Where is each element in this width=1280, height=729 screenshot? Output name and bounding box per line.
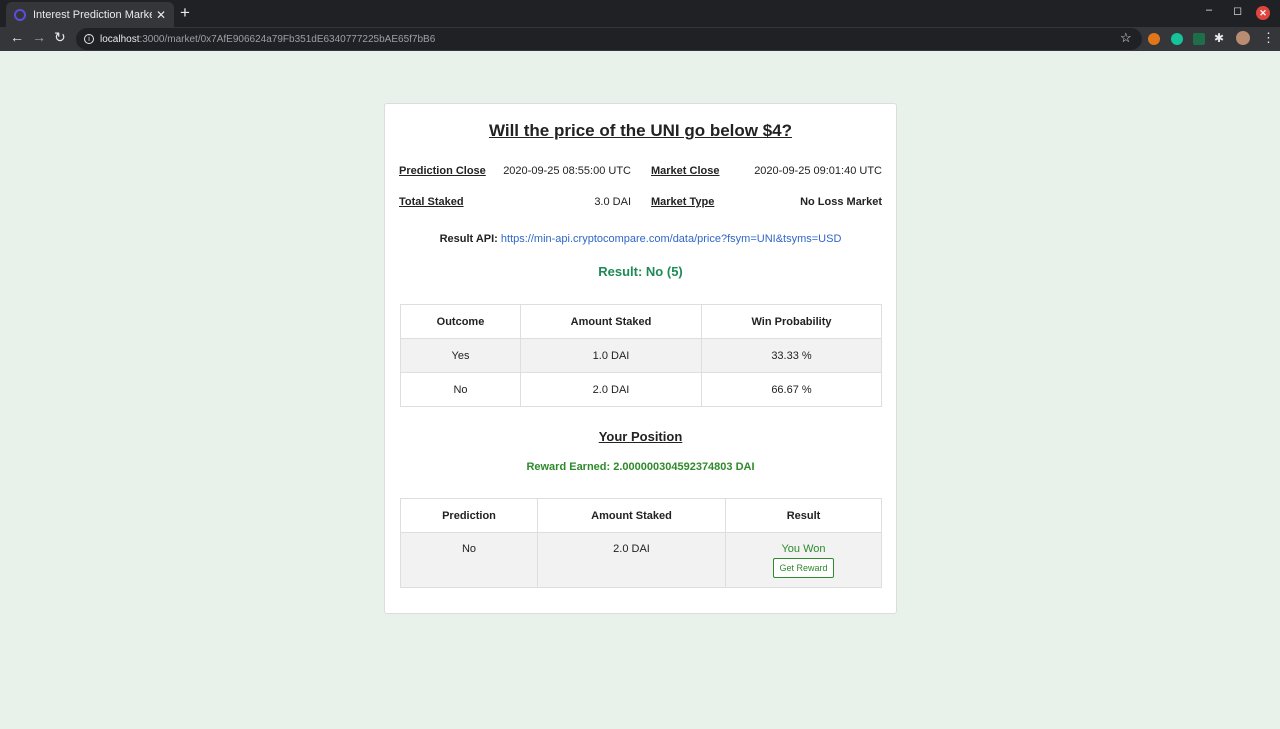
your-position-title: Your Position bbox=[598, 429, 683, 444]
menu-icon[interactable]: ⋮ bbox=[1262, 30, 1275, 46]
reload-icon[interactable]: ↻ bbox=[54, 29, 66, 46]
market-type-label: Market Type bbox=[651, 196, 715, 208]
probability-cell: 33.33 % bbox=[701, 338, 882, 373]
prediction-cell: No bbox=[400, 532, 538, 588]
get-reward-button[interactable]: Get Reward bbox=[773, 558, 834, 578]
grammarly-icon[interactable] bbox=[1171, 33, 1183, 45]
total-staked-value: 3.0 DAI bbox=[594, 196, 631, 208]
outcome-cell: Yes bbox=[400, 338, 521, 373]
position-amount-cell: 2.0 DAI bbox=[537, 532, 726, 588]
prediction-header: Prediction bbox=[400, 498, 538, 533]
browser-tab[interactable]: Interest Prediction Marke ✕ bbox=[6, 2, 174, 27]
url-host: localhost bbox=[100, 33, 140, 45]
table-row: Yes 1.0 DAI 33.33 % bbox=[400, 338, 882, 373]
result-api: Result API: https://min-api.cryptocompar… bbox=[385, 233, 896, 245]
extensions-puzzle-icon[interactable]: ✱ bbox=[1214, 31, 1224, 45]
tab-close-icon[interactable]: ✕ bbox=[156, 8, 166, 22]
position-table: Prediction Amount Staked Result No 2.0 D… bbox=[400, 498, 882, 588]
new-tab-icon[interactable]: + bbox=[180, 3, 190, 23]
result-header: Result bbox=[725, 498, 882, 533]
tab-title: Interest Prediction Marke bbox=[33, 8, 152, 21]
extension-icon[interactable] bbox=[1193, 33, 1205, 45]
restore-icon[interactable]: ◻ bbox=[1233, 4, 1242, 17]
market-card: Will the price of the UNI go below $4? P… bbox=[384, 103, 897, 614]
amount-staked-header: Amount Staked bbox=[520, 304, 702, 339]
back-icon[interactable]: ← bbox=[10, 29, 24, 45]
market-title: Will the price of the UNI go below $4? bbox=[488, 121, 793, 140]
table-row: No 2.0 DAI You Won Get Reward bbox=[400, 532, 882, 588]
window-close-icon[interactable]: ✕ bbox=[1256, 6, 1270, 20]
url-path: :3000/market/0x7AfE906624a79Fb351dE63407… bbox=[139, 33, 436, 45]
amount-cell: 1.0 DAI bbox=[520, 338, 702, 373]
profile-avatar[interactable] bbox=[1236, 31, 1250, 45]
you-won-text: You Won bbox=[781, 543, 826, 555]
bookmark-star-icon[interactable]: ☆ bbox=[1120, 30, 1132, 46]
outcome-header: Outcome bbox=[400, 304, 521, 339]
market-type-value: No Loss Market bbox=[800, 196, 882, 208]
browser-tab-bar: Interest Prediction Marke ✕ + – ◻ ✕ bbox=[0, 0, 1280, 27]
result-api-label: Result API: bbox=[439, 233, 498, 245]
favicon-icon bbox=[14, 8, 26, 21]
address-bar[interactable]: i localhost :3000/market/0x7AfE906624a79… bbox=[76, 28, 1142, 50]
browser-toolbar: ← → ↻ i localhost :3000/market/0x7AfE906… bbox=[0, 27, 1280, 51]
prediction-close-label: Prediction Close bbox=[399, 165, 486, 177]
total-staked-label: Total Staked bbox=[399, 196, 464, 208]
win-probability-header: Win Probability bbox=[701, 304, 882, 339]
reward-earned: Reward Earned: 2.000000304592374803 DAI bbox=[526, 461, 755, 473]
market-close-label: Market Close bbox=[651, 165, 720, 177]
outcome-cell: No bbox=[400, 372, 521, 407]
info-icon[interactable]: i bbox=[84, 34, 94, 44]
forward-icon[interactable]: → bbox=[32, 29, 46, 45]
market-result: Result: No (5) bbox=[598, 264, 683, 279]
result-cell: You Won Get Reward bbox=[725, 532, 882, 588]
market-close-value: 2020-09-25 09:01:40 UTC bbox=[754, 165, 882, 177]
outcomes-table: Outcome Amount Staked Win Probability Ye… bbox=[400, 304, 882, 407]
result-api-link[interactable]: https://min-api.cryptocompare.com/data/p… bbox=[501, 233, 842, 245]
table-row: No 2.0 DAI 66.67 % bbox=[400, 372, 882, 407]
probability-cell: 66.67 % bbox=[701, 372, 882, 407]
metamask-icon[interactable] bbox=[1148, 33, 1160, 45]
prediction-close-value: 2020-09-25 08:55:00 UTC bbox=[503, 165, 631, 177]
amount-cell: 2.0 DAI bbox=[520, 372, 702, 407]
minimize-icon[interactable]: – bbox=[1206, 4, 1212, 16]
position-amount-header: Amount Staked bbox=[537, 498, 726, 533]
